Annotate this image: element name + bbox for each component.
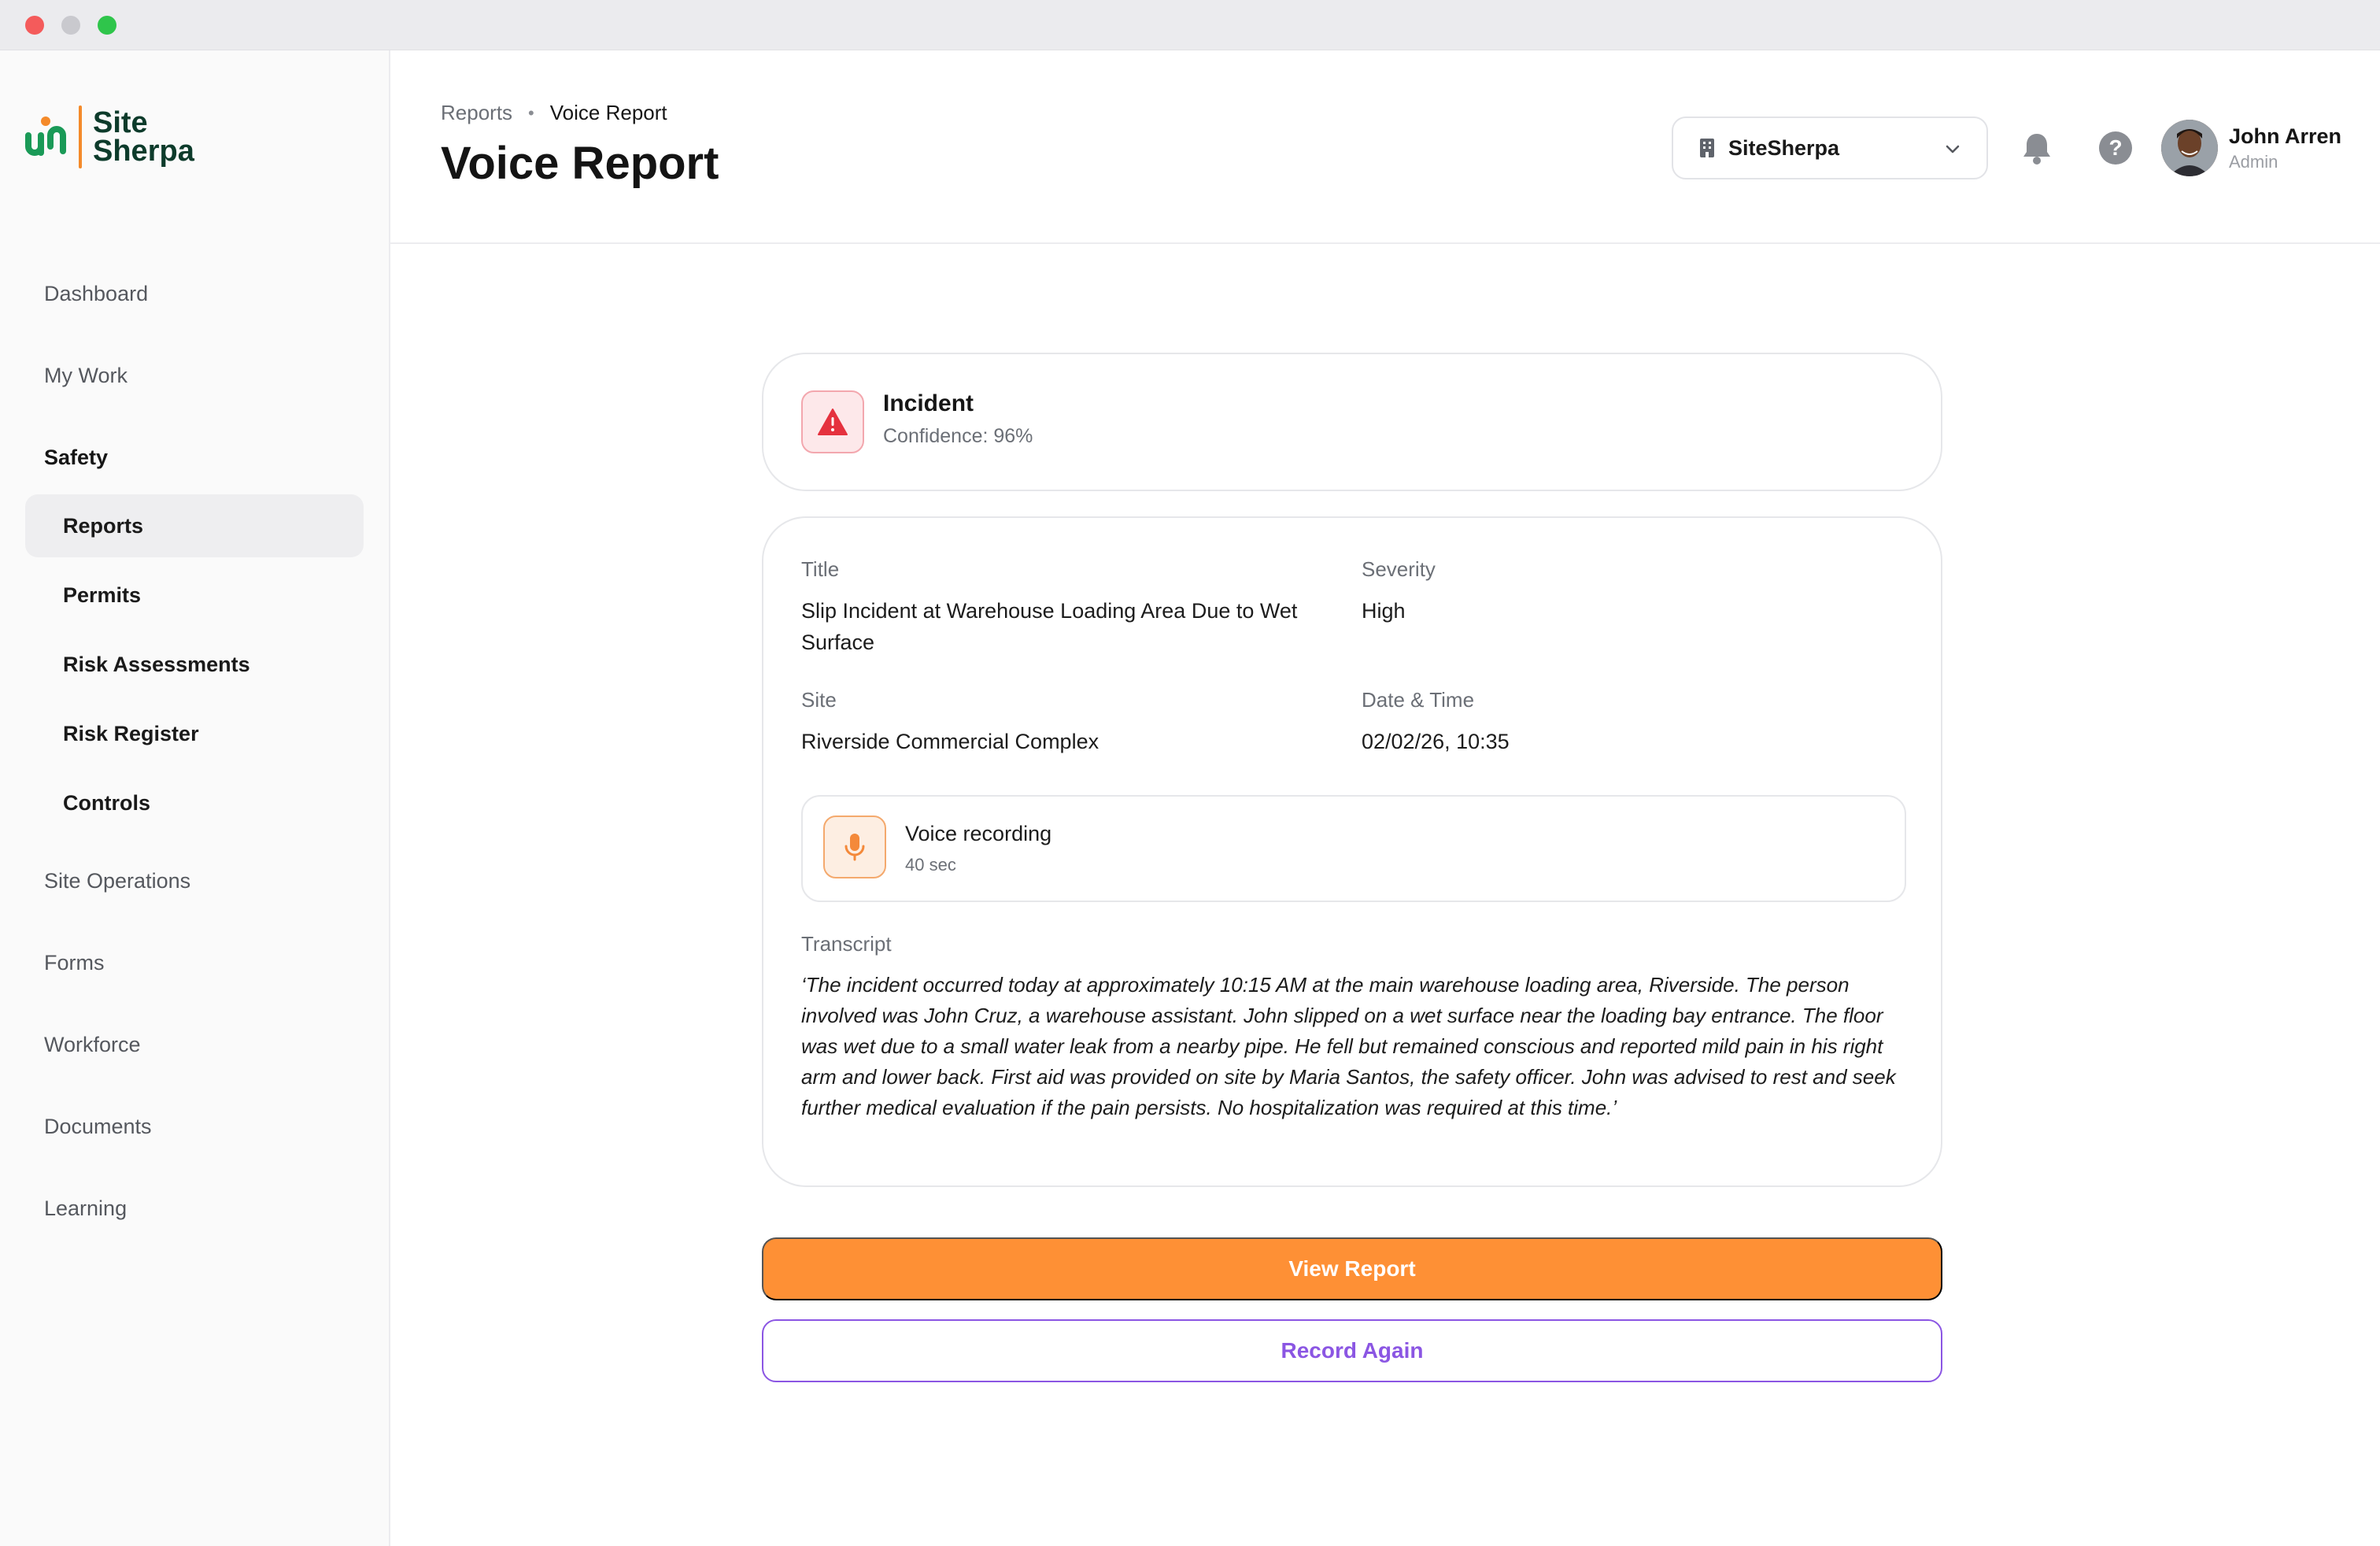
- logo-mark-icon: [25, 117, 66, 156]
- sidebar-item-reports[interactable]: Reports: [25, 494, 364, 557]
- sidebar-item-permits[interactable]: Permits: [25, 564, 364, 627]
- title-value: Slip Incident at Warehouse Loading Area …: [801, 599, 1298, 654]
- window-titlebar: [0, 0, 2380, 50]
- building-icon: [1700, 139, 1714, 157]
- user-name: John Arren: [2229, 124, 2342, 148]
- sidebar-item-workforce[interactable]: Workforce: [44, 1033, 141, 1057]
- severity-label: Severity: [1362, 557, 1436, 581]
- classification-card: Incident Confidence: 96%: [762, 353, 1942, 491]
- logo-wordmark: Site Sherpa: [93, 106, 194, 168]
- window-maximize-button[interactable]: [98, 16, 116, 35]
- site-value: Riverside Commercial Complex: [801, 730, 1099, 753]
- sidebar-item-controls[interactable]: Controls: [25, 771, 364, 834]
- user-info[interactable]: John Arren Admin: [2229, 124, 2341, 172]
- transcript-label: Transcript: [801, 932, 892, 956]
- incident-badge: [801, 390, 864, 453]
- sidebar: Site Sherpa Dashboard My Work Safety Rep…: [0, 50, 390, 1546]
- sidebar-item-site-operations[interactable]: Site Operations: [44, 869, 190, 893]
- sidebar-item-dashboard[interactable]: Dashboard: [44, 282, 148, 306]
- help-icon[interactable]: ?: [2097, 129, 2134, 167]
- app-logo[interactable]: Site Sherpa: [24, 105, 194, 168]
- chevron-down-icon: [1946, 145, 1960, 153]
- logo-divider: [79, 105, 82, 168]
- view-report-button[interactable]: View Report: [762, 1237, 1942, 1300]
- sidebar-item-risk-assessments[interactable]: Risk Assessments: [25, 633, 364, 696]
- microphone-icon: [844, 834, 865, 861]
- warning-icon: [818, 409, 848, 435]
- datetime-label: Date & Time: [1362, 688, 1475, 712]
- sidebar-item-my-work[interactable]: My Work: [44, 364, 128, 388]
- organization-select[interactable]: SiteSherpa: [1672, 117, 1988, 179]
- window-minimize-button[interactable]: [61, 16, 80, 35]
- svg-text:?: ?: [2108, 135, 2122, 160]
- notification-bell-icon[interactable]: [2020, 129, 2054, 167]
- avatar-image: [2161, 120, 2218, 176]
- classification-confidence: Confidence: 96%: [883, 425, 1033, 447]
- voice-recording-badge: [823, 816, 886, 878]
- classification-type: Incident: [883, 390, 974, 416]
- sidebar-item-documents[interactable]: Documents: [44, 1115, 152, 1139]
- report-details-card: Title Slip Incident at Warehouse Loading…: [762, 516, 1942, 1187]
- record-again-button[interactable]: Record Again: [762, 1319, 1942, 1382]
- voice-recording-title: Voice recording: [905, 822, 1052, 845]
- user-role: Admin: [2229, 152, 2278, 172]
- window-close-button[interactable]: [25, 16, 44, 35]
- page-title: Voice Report: [441, 138, 719, 189]
- breadcrumb-current: Voice Report: [549, 101, 667, 124]
- severity-value: High: [1362, 599, 1406, 623]
- sidebar-item-safety[interactable]: Safety: [44, 446, 108, 470]
- site-label: Site: [801, 688, 837, 712]
- datetime-value: 02/02/26, 10:35: [1362, 730, 1510, 753]
- page-header: Reports • Voice Report Voice Report Site…: [390, 50, 2380, 244]
- voice-recording-player[interactable]: Voice recording 40 sec: [801, 795, 1906, 902]
- breadcrumb-reports-link[interactable]: Reports: [441, 101, 512, 125]
- sidebar-item-forms[interactable]: Forms: [44, 951, 105, 975]
- organization-select-value: SiteSherpa: [1728, 135, 1840, 160]
- breadcrumb: Reports • Voice Report: [441, 101, 667, 125]
- voice-recording-duration: 40 sec: [905, 855, 956, 875]
- sidebar-item-risk-register[interactable]: Risk Register: [25, 702, 364, 765]
- title-label: Title: [801, 557, 840, 581]
- user-avatar[interactable]: [2161, 120, 2218, 176]
- transcript-text: ‘The incident occurred today at approxim…: [801, 973, 1896, 1119]
- breadcrumb-separator: •: [528, 102, 534, 123]
- sidebar-item-learning[interactable]: Learning: [44, 1196, 127, 1221]
